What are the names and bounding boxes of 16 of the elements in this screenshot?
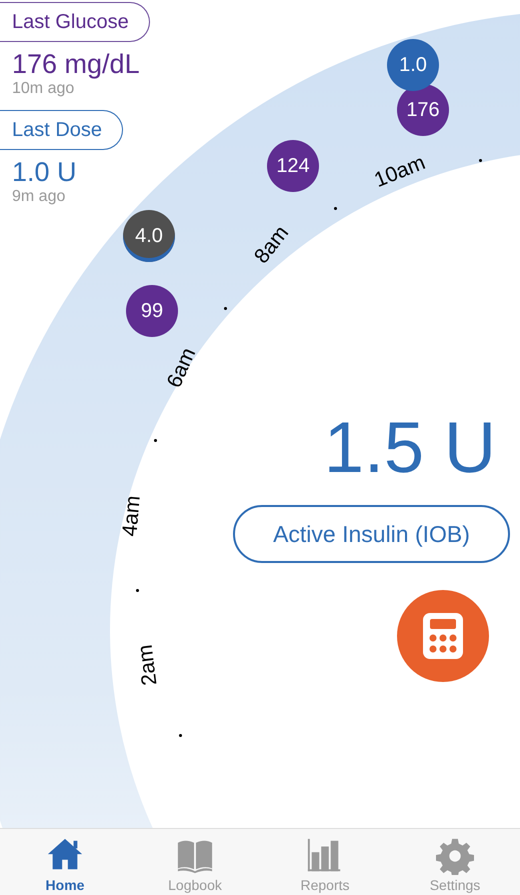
dose-age: 9m ago	[11, 188, 66, 206]
time-label: 2am	[134, 643, 162, 687]
last-dose-label: Last Dose	[0, 110, 124, 150]
active-insulin-button[interactable]: Active Insulin (IOB)	[233, 505, 510, 563]
glucose-age: 10m ago	[11, 80, 74, 98]
time-label: 4am	[118, 494, 146, 538]
calculator-icon	[423, 613, 463, 659]
active-insulin-value: 1.5 U	[324, 408, 496, 488]
glucose-value: 176 mg/dL	[11, 48, 140, 80]
last-glucose-label: Last Glucose	[0, 2, 150, 42]
time-label: 6am	[162, 344, 202, 392]
time-label: 10am	[371, 151, 429, 193]
settings-icon	[436, 837, 474, 875]
dose-value: 1.0 U	[11, 156, 77, 188]
time-label: 8am	[250, 222, 294, 268]
tab-item[interactable]: Home	[0, 829, 130, 895]
